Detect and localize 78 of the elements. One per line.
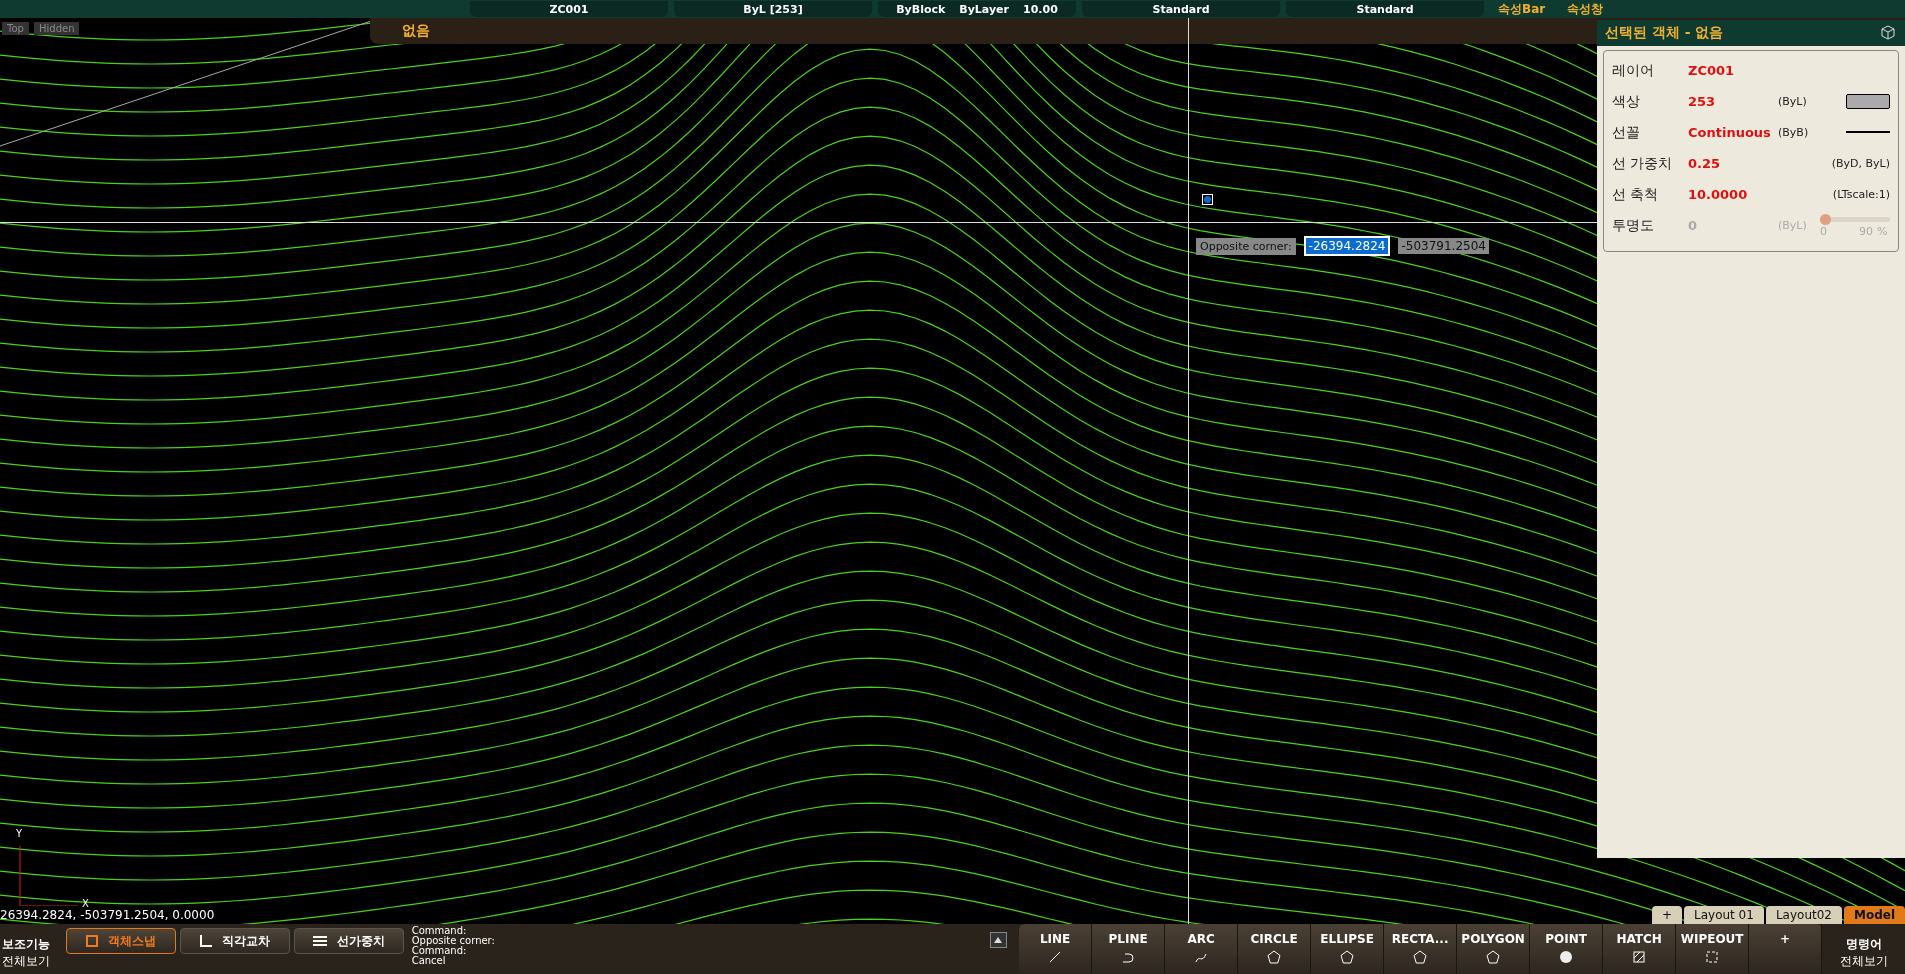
command-line: Command:: [411, 926, 468, 936]
view-button[interactable]: Hidden: [34, 22, 80, 35]
source-text: (LTscale:1): [1832, 188, 1890, 201]
unit-text: %: [1877, 225, 1888, 238]
property-label: 선 축척: [1612, 185, 1660, 204]
source-text: (ByB): [1778, 126, 1809, 139]
side-label[interactable]: 전체보기: [2, 953, 64, 970]
layout-tab[interactable]: Model: [1843, 906, 1905, 924]
property-label: 레이어: [1612, 61, 1655, 80]
property-label: 투명도: [1612, 216, 1655, 235]
pentagon-icon: [1486, 950, 1501, 964]
toggle-button[interactable]: 객체스냅: [65, 928, 176, 954]
view-button[interactable]: Top: [2, 22, 29, 35]
source-text: (ByL): [1778, 219, 1807, 232]
ucs-axes-icon: [16, 844, 78, 906]
expand-button[interactable]: [989, 932, 1008, 948]
command-line: Cancel: [411, 956, 447, 966]
input-field[interactable]: -26394.2824: [1303, 236, 1391, 256]
pentagon-icon: [1340, 950, 1355, 964]
lines-icon: [312, 935, 327, 947]
caret-up-icon: [994, 937, 1003, 943]
point-icon: [1559, 950, 1574, 964]
side-label[interactable]: 보조기능: [2, 936, 64, 953]
tool-button[interactable]: POLYGON: [1457, 924, 1531, 974]
panel-tab[interactable]: 속성Bar: [1490, 0, 1554, 18]
side-label[interactable]: 전체보기: [1839, 953, 1888, 970]
layout-tab[interactable]: Layout02: [1765, 906, 1842, 924]
prompt-label: Opposite corner:: [1196, 237, 1296, 255]
command-line: Opposite corner:: [411, 936, 496, 946]
wipeout-icon: [1705, 950, 1720, 964]
property-dropdown[interactable]: Standard: [1082, 1, 1280, 17]
property-value[interactable]: 0.25: [1688, 156, 1778, 171]
polyline-icon: [1121, 950, 1136, 964]
property-value[interactable]: 253: [1688, 94, 1778, 109]
panel-title: 선택된 객체 - 없음: [1605, 24, 1725, 42]
slider-max: 90: [1859, 225, 1873, 238]
command-line: Command:: [411, 946, 468, 956]
property-value[interactable]: 10.0000: [1688, 187, 1778, 202]
layout-tab[interactable]: +: [1651, 906, 1682, 924]
property-value[interactable]: Continuous: [1688, 125, 1778, 140]
property-dropdown[interactable]: ByBlock ByLayer 10.00: [878, 1, 1076, 17]
tool-button[interactable]: WIPEOUT: [1676, 924, 1750, 974]
tool-button[interactable]: POINT: [1530, 924, 1604, 974]
grip-marker: [1202, 194, 1213, 205]
square-icon: [85, 935, 98, 947]
side-label[interactable]: 명령어: [1845, 936, 1882, 953]
pentagon-icon: [1267, 950, 1282, 964]
tool-button[interactable]: HATCH: [1603, 924, 1677, 974]
property-dropdown[interactable]: Standard: [1286, 1, 1484, 17]
right-angle-icon: [199, 935, 212, 947]
coordinate-readout: 26394.2824, -503791.2504, 0.0000: [0, 908, 215, 922]
linetype-preview: [1846, 131, 1890, 134]
property-label: 선 가중치: [1612, 154, 1674, 173]
property-label: 색상: [1612, 92, 1641, 111]
input-field[interactable]: -503791.2504: [1398, 238, 1489, 254]
toggle-button[interactable]: 직각교차: [179, 928, 290, 954]
color-swatch[interactable]: [1846, 94, 1890, 109]
source-text: (ByL): [1778, 95, 1807, 108]
axis-label: Y: [16, 828, 23, 839]
property-label: 선꼴: [1612, 123, 1641, 142]
property-value[interactable]: ZC001: [1688, 63, 1778, 78]
pentagon-icon: [1413, 950, 1428, 964]
tool-button[interactable]: ELLIPSE: [1311, 924, 1385, 974]
hatch-icon: [1632, 950, 1647, 964]
tool-button[interactable]: LINE: [1019, 924, 1093, 974]
tool-button[interactable]: PLINE: [1092, 924, 1166, 974]
line-icon: [1048, 950, 1063, 964]
slider-min: 0: [1820, 225, 1827, 238]
property-dropdown[interactable]: ByL [253]: [674, 1, 872, 17]
tool-button[interactable]: CIRCLE: [1238, 924, 1312, 974]
property-dropdown[interactable]: ZC001: [470, 1, 668, 17]
cube-icon[interactable]: [1879, 24, 1897, 42]
tool-button[interactable]: ARC: [1165, 924, 1239, 974]
tool-button[interactable]: RECTA...: [1384, 924, 1458, 974]
layout-tab[interactable]: Layout 01: [1684, 906, 1764, 924]
panel-tab[interactable]: 속성창: [1559, 0, 1612, 18]
source-text: (ByD, ByL): [1831, 157, 1890, 170]
toggle-button[interactable]: 선가중치: [293, 928, 404, 954]
